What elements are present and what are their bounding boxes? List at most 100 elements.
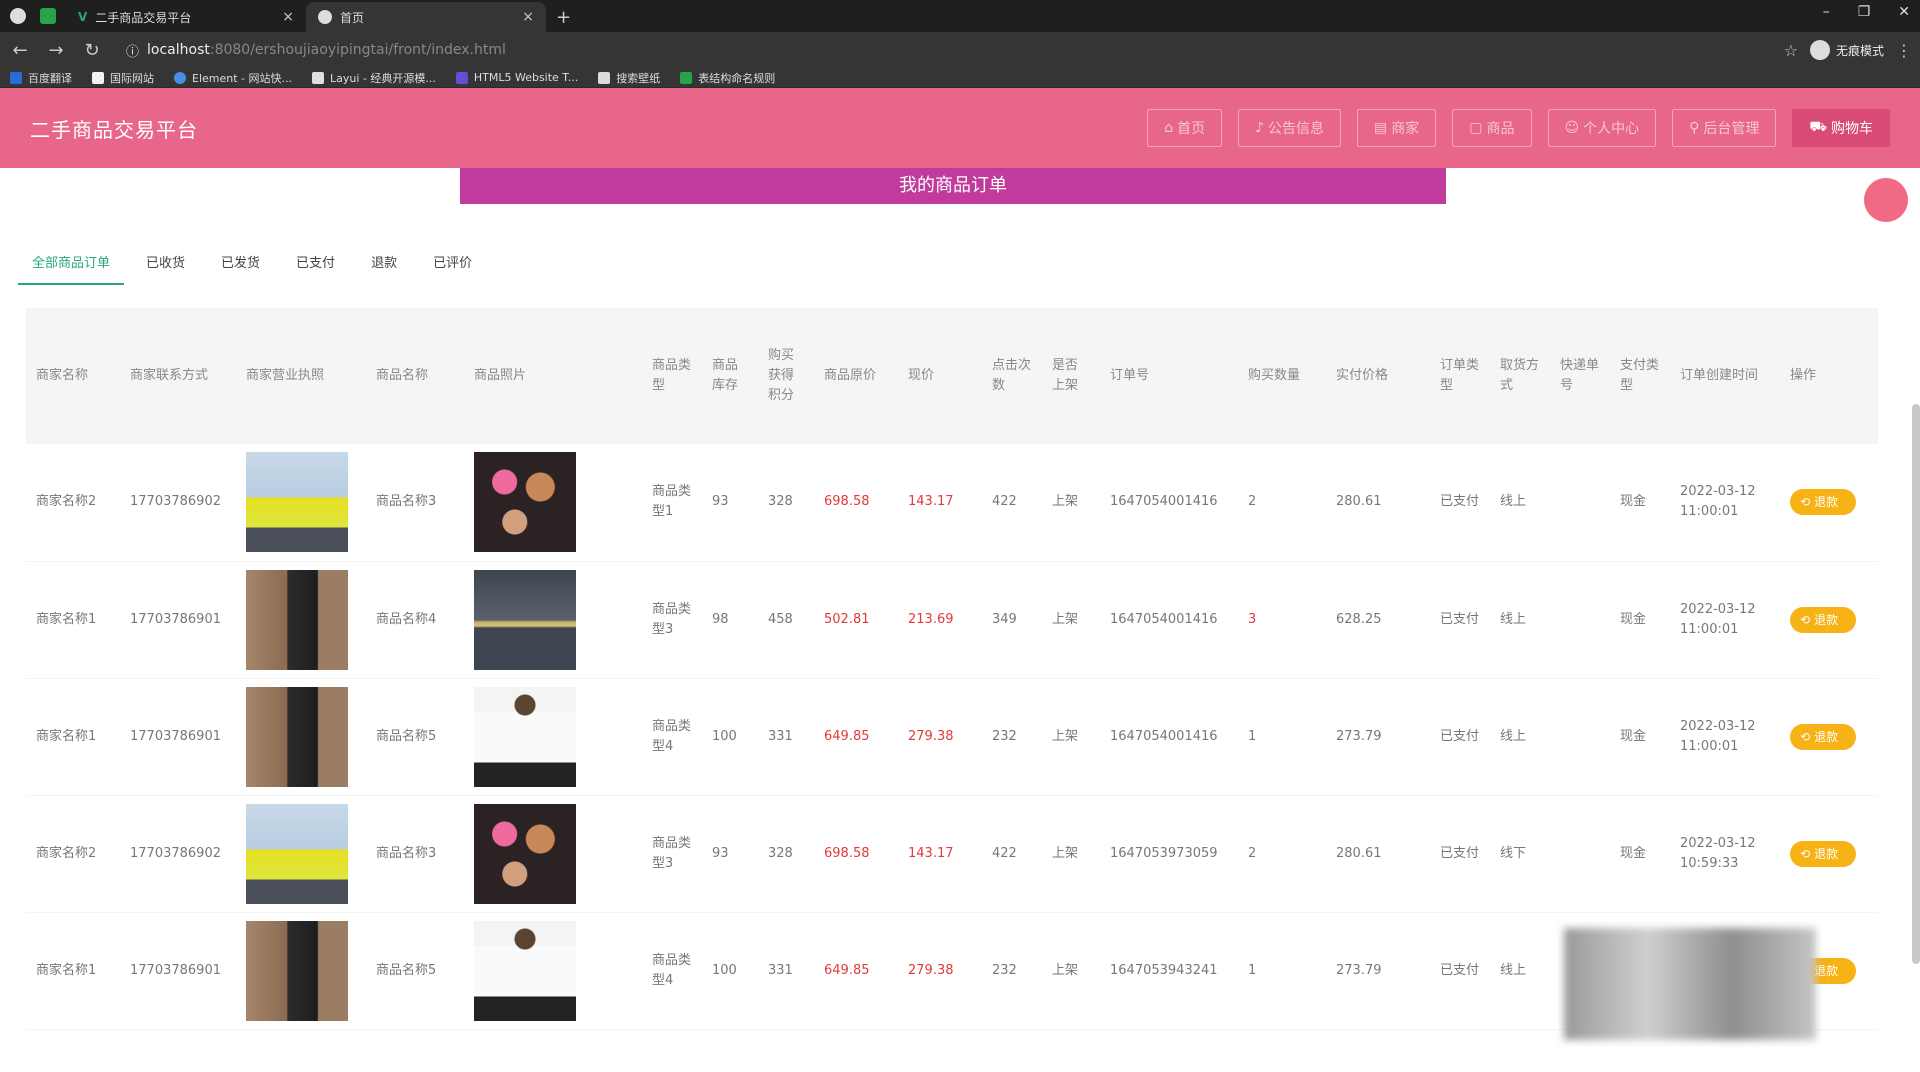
table-row: 商家名称2 17703786902 商品名称3 商品类型3 93 328 698… [26, 795, 1878, 913]
cell-qty: 2 [1238, 795, 1326, 913]
tab-all-orders[interactable]: 全部商品订单 [18, 248, 125, 285]
product-image[interactable] [474, 569, 576, 670]
cell-points: 331 [758, 912, 814, 1030]
page-banner: 我的商品订单 [460, 168, 1446, 204]
minimize-icon[interactable]: – [1823, 4, 1830, 20]
orders-table: 商家名称 商家联系方式 商家营业执照 商品名称 商品照片 商品类型 商品库存 购… [26, 308, 1878, 1030]
tab-title: 首页 [340, 10, 365, 25]
cell-pickup: 线上 [1490, 912, 1550, 1030]
license-image[interactable] [246, 803, 348, 904]
cell-pay-type: 现金 [1610, 795, 1670, 913]
tab-paid[interactable]: 已支付 [282, 248, 349, 285]
shop-icon: ▤ [1374, 120, 1388, 136]
nav-label: 后台管理 [1703, 121, 1760, 137]
app-icon[interactable] [40, 8, 56, 24]
orders-table-wrap: 商家名称 商家联系方式 商家营业执照 商品名称 商品照片 商品类型 商品库存 购… [26, 308, 1878, 1030]
close-window-icon[interactable]: ✕ [1898, 4, 1910, 20]
cell-clicks: 422 [982, 444, 1042, 562]
table-row: 商家名称2 17703786902 商品名称3 商品类型1 93 328 698… [26, 444, 1878, 562]
bookmark-icon [680, 71, 693, 84]
back-icon[interactable]: ← [8, 40, 32, 61]
bookmarks-bar: 百度翻译 国际网站 Element - 网站快... Layui - 经典开源模… [0, 68, 1920, 88]
cell-original-price: 698.58 [814, 444, 898, 562]
refund-button[interactable]: ⟲退款 [1790, 840, 1856, 867]
cell-created: 2022-03-12 11:00:01 [1670, 561, 1780, 679]
license-image[interactable] [246, 452, 348, 553]
browser-tab-2[interactable]: 首页 × [306, 2, 546, 32]
license-image[interactable] [246, 569, 348, 670]
bookmark-item[interactable]: 表结构命名规则 [680, 70, 775, 86]
column-header: 取货方式 [1490, 308, 1550, 444]
license-image[interactable] [246, 686, 348, 787]
column-header: 现价 [898, 308, 982, 444]
product-image[interactable] [474, 920, 576, 1021]
cell-order-type: 已支付 [1430, 444, 1490, 562]
cell-paid: 628.25 [1326, 561, 1430, 679]
bookmark-item[interactable]: Layui - 经典开源模... [312, 70, 436, 86]
address-bar: ← → ↻ ⓘ localhost:8080/ershoujiaoyipingt… [0, 32, 1920, 68]
tab-refund[interactable]: 退款 [357, 248, 411, 285]
bookmark-label: 国际网站 [110, 71, 154, 85]
restore-icon[interactable]: ❐ [1858, 4, 1871, 20]
refund-button[interactable]: ⟲退款 [1790, 606, 1856, 633]
tab-close-icon[interactable]: × [282, 9, 294, 25]
browser-logo-icon[interactable] [10, 8, 26, 24]
site-header: 二手商品交易平台 ⌂ 首页 ♪ 公告信息 ▤ 商家 ▢ 商品 ☺ 个人中心 ⚲ 后台管理 ⛟… [0, 88, 1920, 168]
browser-tab-1[interactable]: V 二手商品交易平台 × [66, 2, 306, 32]
tab-received[interactable]: 已收货 [132, 248, 199, 285]
bookmark-label: Element - 网站快... [192, 71, 292, 85]
nav-home[interactable]: ⌂ 首页 [1147, 109, 1223, 147]
bookmark-icon [455, 71, 468, 84]
product-image[interactable] [474, 803, 576, 904]
license-image[interactable] [246, 920, 348, 1021]
nav-profile[interactable]: ☺ 个人中心 [1547, 109, 1657, 147]
bookmark-icon [598, 71, 611, 84]
nav-merchants[interactable]: ▤ 商家 [1357, 109, 1437, 147]
bookmark-star-icon[interactable]: ☆ [1784, 41, 1798, 60]
column-header: 商品库存 [702, 308, 758, 444]
cell-type: 商品类型4 [642, 912, 702, 1030]
nav-cart[interactable]: ⛟ 购物车 [1792, 109, 1890, 147]
cell-price: 143.17 [898, 795, 982, 913]
page-scrollbar[interactable] [1912, 404, 1920, 964]
forward-icon[interactable]: → [44, 40, 68, 61]
nav-admin[interactable]: ⚲ 后台管理 [1672, 109, 1777, 147]
cell-product: 商品名称3 [366, 444, 464, 562]
home-icon: ⌂ [1164, 120, 1174, 136]
cell-clicks: 422 [982, 795, 1042, 913]
table-header-row: 商家名称 商家联系方式 商家营业执照 商品名称 商品照片 商品类型 商品库存 购… [26, 308, 1878, 444]
cell-merchant: 商家名称1 [26, 678, 120, 796]
refund-button[interactable]: ⟲退款 [1790, 489, 1856, 516]
nav-label: 首页 [1177, 121, 1206, 137]
user-icon: ☺ [1564, 120, 1580, 136]
cell-type: 商品类型3 [642, 561, 702, 679]
bookmark-item[interactable]: HTML5 Website T... [455, 71, 578, 84]
url-field[interactable]: ⓘ localhost:8080/ershoujiaoyipingtai/fro… [116, 36, 1772, 64]
new-tab-button[interactable]: + [546, 2, 581, 32]
tab-close-icon[interactable]: × [522, 9, 534, 25]
product-image[interactable] [474, 452, 576, 553]
bookmark-item[interactable]: 国际网站 [92, 70, 154, 86]
bookmark-label: 百度翻译 [28, 71, 72, 85]
cell-listed: 上架 [1042, 795, 1100, 913]
nav-products[interactable]: ▢ 商品 [1452, 109, 1532, 147]
cell-stock: 100 [702, 912, 758, 1030]
reload-icon[interactable]: ↻ [80, 40, 104, 61]
refund-button[interactable]: ⟲退款 [1790, 723, 1856, 750]
incognito-badge[interactable]: 无痕模式 [1809, 40, 1884, 60]
cell-listed: 上架 [1042, 912, 1100, 1030]
bookmark-item[interactable]: 搜索壁纸 [598, 70, 660, 86]
tab-shipped[interactable]: 已发货 [207, 248, 274, 285]
cell-clicks: 349 [982, 561, 1042, 679]
product-image[interactable] [474, 686, 576, 787]
nav-notices[interactable]: ♪ 公告信息 [1238, 109, 1342, 147]
floating-button[interactable] [1864, 178, 1908, 222]
cell-qty: 2 [1238, 444, 1326, 562]
tab-reviewed[interactable]: 已评价 [419, 248, 486, 285]
cell-phone: 17703786902 [120, 795, 236, 913]
cell-phone: 17703786901 [120, 678, 236, 796]
menu-kebab-icon[interactable]: ⋮ [1896, 41, 1912, 60]
bookmark-item[interactable]: Element - 网站快... [174, 70, 292, 86]
bookmark-item[interactable]: 百度翻译 [10, 70, 72, 86]
info-icon[interactable]: ⓘ [126, 41, 139, 60]
